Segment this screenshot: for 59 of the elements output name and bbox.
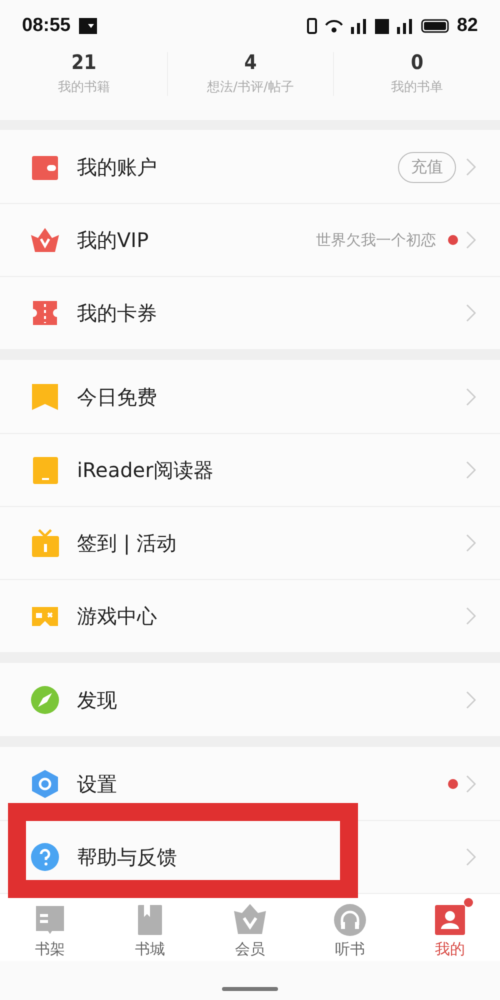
battery-level: 82 [456, 15, 478, 37]
menu-note: 世界欠我一个初恋 [316, 230, 436, 250]
menu-label: 游戏中心 [77, 602, 157, 630]
chevron-icon [466, 158, 476, 176]
menu-item[interactable]: 设置 [0, 747, 500, 820]
signal-icon [396, 18, 413, 34]
menu-label: 我的VIP [77, 226, 149, 254]
status-time: 08:55 [22, 15, 71, 37]
chevron-icon [466, 607, 476, 625]
chevron-icon [466, 304, 476, 322]
menu-label: 今日免费 [77, 384, 157, 410]
gift-icon [30, 528, 60, 558]
stat-count: 4 [244, 52, 257, 72]
help-icon [30, 842, 60, 872]
chevron-icon [466, 848, 476, 866]
chevron-icon [466, 231, 476, 249]
signal-icon [350, 18, 367, 34]
vibrate-icon [306, 18, 317, 34]
chevron-icon [466, 388, 476, 406]
chevron-icon [466, 775, 476, 793]
profile-icon [433, 903, 467, 937]
tab[interactable]: 会员 [200, 894, 300, 961]
menu-item[interactable]: 我的账户 充值 [0, 130, 500, 203]
menu-label: iReader阅读器 [77, 456, 214, 484]
menu-item[interactable]: iReader阅读器 [0, 433, 500, 506]
hd-icon [374, 18, 389, 34]
image-icon [78, 18, 97, 34]
tab[interactable]: 我的 [400, 894, 500, 961]
menu-label: 我的卡券 [77, 300, 157, 326]
settings-icon [30, 769, 60, 799]
wifi-icon [324, 19, 343, 33]
menu-label: 设置 [77, 770, 117, 798]
battery-icon [420, 19, 449, 33]
stat-label: 想法/书评/帖子 [207, 79, 294, 96]
tab[interactable]: 书架 [0, 894, 100, 961]
headphones-icon [333, 903, 367, 937]
menu-item[interactable]: 发现 [0, 663, 500, 736]
menu-label: 帮助与反馈 [77, 844, 177, 870]
chevron-icon [466, 534, 476, 552]
menu-item[interactable]: 签到 | 活动 [0, 506, 500, 579]
compass-icon [30, 685, 60, 715]
stat-count: 21 [71, 52, 96, 72]
ticket-icon [30, 298, 60, 328]
home-indicator [222, 987, 278, 991]
menu-item[interactable]: 我的VIP 世界欠我一个初恋 [0, 203, 500, 276]
chevron-icon [466, 691, 476, 709]
stat-label: 我的书籍 [58, 79, 110, 96]
bookmark-icon [30, 382, 60, 412]
menu-item[interactable]: 今日免费 [0, 360, 500, 433]
tab[interactable]: 书城 [100, 894, 200, 961]
stat-label: 我的书单 [391, 79, 444, 96]
stat-count: 0 [410, 52, 424, 72]
tablet-icon [30, 455, 60, 485]
menu-label: 签到 | 活动 [77, 530, 176, 556]
crown-icon [233, 903, 267, 937]
chevron-icon [466, 461, 476, 479]
menu-label: 我的账户 [77, 154, 157, 180]
tab[interactable]: 听书 [300, 894, 400, 961]
menu-label: 发现 [77, 686, 117, 714]
